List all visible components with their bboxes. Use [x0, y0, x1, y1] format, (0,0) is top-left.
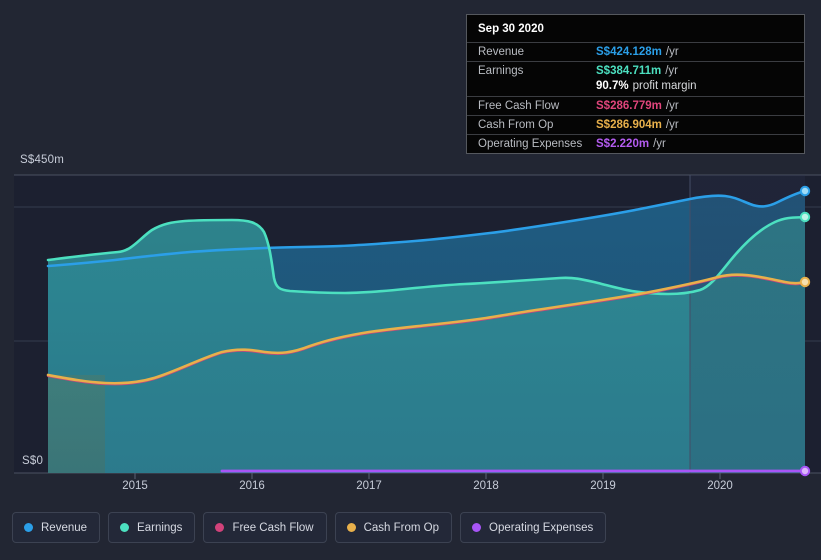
- tooltip-text-profit-margin: profit margin: [632, 80, 697, 92]
- legend-item-cash-from-op[interactable]: Cash From Op: [334, 512, 453, 543]
- tooltip-label-cash-from-op: Cash From Op: [478, 119, 554, 131]
- legend-label-earnings: Earnings: [137, 521, 183, 534]
- legend-dot-free-cash-flow-icon: [215, 523, 225, 532]
- legend-dot-revenue-icon: [24, 523, 33, 532]
- x-axis-label-2015: 2015: [122, 480, 148, 492]
- legend-label-cash-from-op: Cash From Op: [363, 521, 440, 534]
- tooltip-label-free-cash-flow: Free Cash Flow: [478, 100, 560, 112]
- chart-screen: S$450m S$0 2015 2016 2017 2018 2019 2020…: [0, 0, 821, 560]
- tooltip-value-operating-expenses: S$2.220m: [596, 138, 650, 150]
- legend-item-revenue[interactable]: Revenue: [12, 512, 101, 543]
- legend-item-earnings[interactable]: Earnings: [108, 512, 196, 543]
- x-axis-label-2016: 2016: [239, 480, 265, 492]
- y-axis-label-top: S$450m: [20, 154, 65, 166]
- legend-dot-earnings-icon: [120, 523, 130, 532]
- legend-label-operating-expenses: Operating Expenses: [489, 521, 594, 534]
- tooltip-value-cash-from-op: S$286.904m: [596, 119, 662, 131]
- tooltip-label-revenue: Revenue: [478, 46, 525, 58]
- tooltip-value-profit-margin: 90.7%: [596, 80, 629, 92]
- tooltip-row-free-cash-flow: Free Cash Flow S$286.779m /yr: [467, 96, 804, 115]
- x-axis-labels: 2015 2016 2017 2018 2019 2020: [0, 480, 821, 500]
- legend-item-operating-expenses[interactable]: Operating Expenses: [460, 512, 607, 543]
- tooltip-row-cash-from-op: Cash From Op S$286.904m /yr: [467, 115, 804, 134]
- legend-dot-cash-from-op-icon: [346, 523, 356, 532]
- x-axis-label-2019: 2019: [590, 480, 616, 492]
- chart-plot-area: [0, 160, 821, 479]
- tooltip-value-earnings: S$384.711m: [596, 65, 662, 77]
- chart-tooltip: Sep 30 2020 Revenue S$424.128m /yr Earni…: [466, 14, 805, 154]
- tooltip-row-earnings: Earnings S$384.711m /yr: [467, 61, 804, 80]
- x-tick-marks: [134, 473, 721, 479]
- chart-canvas: [14, 174, 821, 479]
- tooltip-unit-free-cash-flow: /yr: [665, 100, 679, 112]
- tooltip-unit-earnings: /yr: [665, 65, 679, 77]
- chart-legend: Revenue Earnings Free Cash Flow Cash Fro…: [12, 512, 607, 543]
- tooltip-unit-cash-from-op: /yr: [665, 119, 679, 131]
- x-axis-label-2018: 2018: [473, 480, 499, 492]
- legend-dot-operating-expenses-icon: [472, 523, 482, 532]
- forecast-region-shading: [690, 175, 805, 473]
- tooltip-value-revenue: S$424.128m: [596, 46, 662, 58]
- x-axis-label-2017: 2017: [356, 480, 382, 492]
- tooltip-unit-revenue: /yr: [665, 46, 679, 58]
- tooltip-row-revenue: Revenue S$424.128m /yr: [467, 42, 804, 61]
- x-axis-label-2020: 2020: [707, 480, 733, 492]
- tooltip-value-free-cash-flow: S$286.779m: [596, 100, 662, 112]
- legend-label-free-cash-flow: Free Cash Flow: [232, 521, 314, 534]
- tooltip-label-operating-expenses: Operating Expenses: [478, 138, 583, 150]
- legend-label-revenue: Revenue: [41, 521, 88, 534]
- y-axis-label-bottom: S$0: [22, 455, 44, 467]
- tooltip-unit-operating-expenses: /yr: [653, 138, 666, 150]
- tooltip-row-operating-expenses: Operating Expenses S$2.220m /yr: [467, 134, 804, 153]
- tooltip-date: Sep 30 2020: [478, 23, 544, 35]
- legend-item-free-cash-flow[interactable]: Free Cash Flow: [203, 512, 327, 543]
- tooltip-label-earnings: Earnings: [478, 65, 524, 77]
- early-period-shading: [48, 375, 105, 473]
- tooltip-row-profit-margin: 90.7% profit margin: [467, 80, 804, 96]
